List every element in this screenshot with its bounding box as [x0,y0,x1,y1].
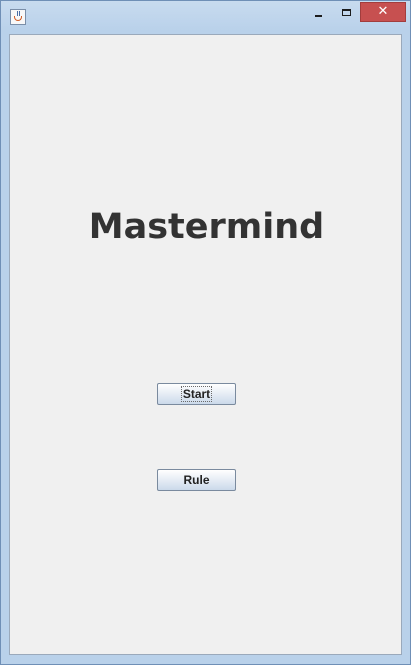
close-button[interactable]: ✕ [360,2,406,22]
maximize-button[interactable] [329,2,356,22]
close-icon: ✕ [377,4,389,19]
start-button[interactable]: Start [157,383,236,405]
java-cup-icon[interactable] [10,9,26,25]
rule-button-label: Rule [183,473,210,487]
title-bar[interactable]: ✕ [1,1,410,31]
minimize-button[interactable] [302,2,329,22]
minimize-icon [315,15,322,17]
rule-button[interactable]: Rule [157,469,236,491]
page-title: Mastermind [88,207,325,247]
start-button-label: Start [180,386,213,402]
app-window: ✕ Mastermind Start Rule [0,0,411,665]
maximize-icon [342,9,351,16]
cup-mark [14,16,22,21]
content-panel: Mastermind Start Rule [9,34,402,655]
